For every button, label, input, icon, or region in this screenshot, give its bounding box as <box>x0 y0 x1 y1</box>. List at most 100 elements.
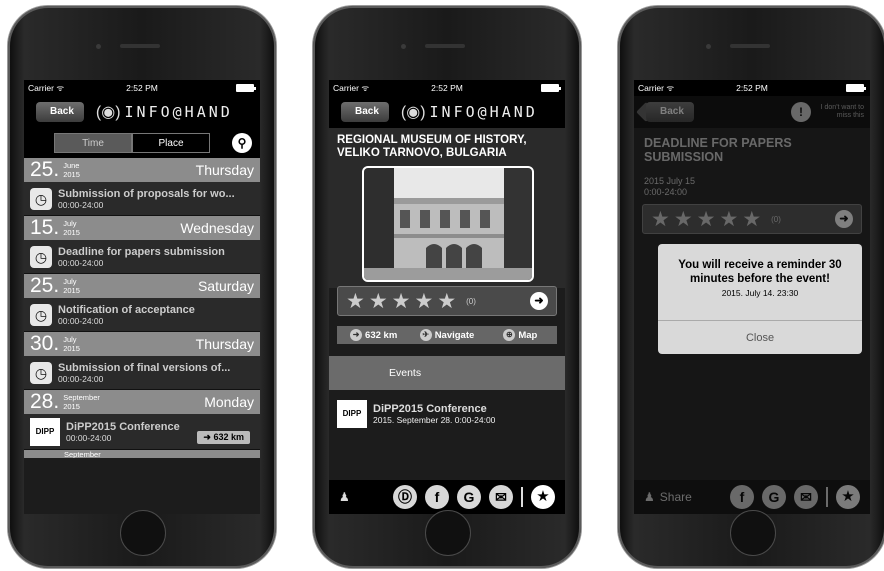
star-icon[interactable]: ★ <box>346 289 365 314</box>
map-button[interactable]: ⊕ Map <box>484 329 557 341</box>
navigate-button[interactable]: ✈ Navigate <box>410 329 483 341</box>
rating-bar[interactable]: ★ ★ ★ ★ ★ (0) ➜ <box>337 286 557 316</box>
event-time: 2015. September 28. 0:00-24:00 <box>373 415 496 425</box>
camera <box>96 44 101 49</box>
date-header: 15. July 2015 Wednesday <box>24 216 260 240</box>
event-detail: DEADLINE FOR PAPERS SUBMISSION 2015 July… <box>634 128 870 234</box>
date-day: 25 <box>30 274 54 297</box>
tab-time[interactable]: Time <box>54 133 132 153</box>
star-icon[interactable]: ★ <box>414 289 433 314</box>
email-icon[interactable]: ✉ <box>794 485 818 509</box>
star-icon[interactable]: ★ <box>719 207 738 232</box>
list-item[interactable]: ◷ Notification of acceptance 00:00-24:00 <box>24 298 260 332</box>
tab-place[interactable]: Place <box>132 133 210 153</box>
alert-icon: ! <box>791 102 811 122</box>
alert-message: You will receive a reminder 30 minutes b… <box>678 259 842 285</box>
arrow-right-icon[interactable]: ➜ <box>835 210 853 228</box>
clock-icon: ◷ <box>30 303 52 326</box>
compass-icon: ✈ <box>419 329 432 341</box>
status-bar: Carrier ᯤ 2:52 PM <box>24 80 260 96</box>
globe-icon: ⊕ <box>503 329 516 341</box>
battery-icon <box>236 84 256 92</box>
speaker <box>425 44 465 48</box>
star-icon[interactable]: ★ <box>742 207 761 232</box>
status-bar: Carrier ᯤ 2:52 PM <box>329 80 565 96</box>
share-button[interactable]: ♟ <box>339 490 350 504</box>
back-button[interactable]: Back <box>646 102 694 122</box>
search-icon[interactable]: ⚲ <box>232 133 252 153</box>
home-button[interactable] <box>120 510 166 556</box>
star-icon[interactable]: ★ <box>392 289 411 314</box>
event-time: 0:00-24:00 <box>644 187 688 197</box>
list-item[interactable]: DIPP DiPP2015 Conference 00:00-24:00 ➜ 6… <box>24 414 260 450</box>
date-year: 2015 <box>63 228 80 237</box>
star-icon[interactable]: ★ <box>836 485 860 509</box>
google-icon[interactable]: G <box>762 485 786 509</box>
google-icon[interactable]: G <box>457 485 481 509</box>
date-weekday: Monday <box>204 394 254 410</box>
facebook-icon[interactable]: f <box>730 485 754 509</box>
list-item[interactable]: DIPP DiPP2015 Conference 2015. September… <box>329 390 565 438</box>
star-icon[interactable]: ★ <box>651 207 670 232</box>
date-day: 25 <box>30 158 54 181</box>
reminder-button[interactable]: ! I don't want to miss this <box>791 102 864 122</box>
date-day: 15 <box>30 216 54 239</box>
tab-events[interactable]: Events <box>329 356 565 390</box>
reminder-label: I don't want to miss this <box>820 104 864 119</box>
status-time: 2:52 PM <box>431 83 463 93</box>
battery-icon <box>846 84 866 92</box>
list-item[interactable]: ◷ Deadline for papers submission 00:00-2… <box>24 240 260 274</box>
list-item[interactable]: ◷ Submission of proposals for wo... 00:0… <box>24 182 260 216</box>
facebook-icon[interactable]: f <box>425 485 449 509</box>
clock-icon: ◷ <box>30 361 52 384</box>
app-logo: (◉) INFO@HAND <box>401 102 538 122</box>
reminder-alert: You will receive a reminder 30 minutes b… <box>658 244 862 354</box>
rating-bar[interactable]: ★ ★ ★ ★ ★ (0) ➜ <box>642 204 862 234</box>
phone-frame-1: Carrier ᯤ 2:52 PM Back (◉) INFO@HAND Tim… <box>8 6 276 568</box>
screen-reminder: Carrier ᯤ 2:52 PM Back ! I don't want to… <box>634 80 870 514</box>
alert-date: 2015. July 14. 23:30 <box>721 288 799 298</box>
phone-frame-2: Carrier ᯤ 2:52 PM Back (◉) INFO@HAND REG… <box>313 6 581 568</box>
date-year: 2015 <box>63 344 80 353</box>
nav-bar: Back ! I don't want to miss this <box>634 96 870 128</box>
share-bar: ♟ Share f G ✉ ★ <box>634 480 870 514</box>
event-title: Submission of proposals for wo... <box>58 187 235 200</box>
home-button[interactable] <box>425 510 471 556</box>
star-icon[interactable]: ★ <box>697 207 716 232</box>
date-month: July <box>63 335 77 344</box>
star-icon[interactable]: ★ <box>369 289 388 314</box>
phone-frame-3: Carrier ᯤ 2:52 PM Back ! I don't want to… <box>618 6 884 568</box>
email-icon[interactable]: ✉ <box>489 485 513 509</box>
rating-count: (0) <box>466 296 476 306</box>
battery-icon <box>541 84 561 92</box>
distance-button[interactable]: ➜ 632 km <box>337 329 410 341</box>
star-icon[interactable]: ★ <box>531 485 555 509</box>
action-bar: ➜ 632 km ✈ Navigate ⊕ Map <box>337 326 557 344</box>
divider <box>521 487 523 507</box>
people-icon: ♟ <box>644 490 655 504</box>
back-button[interactable]: Back <box>341 102 389 122</box>
back-button[interactable]: Back <box>36 102 84 122</box>
event-title: Submission of final versions of... <box>58 361 231 374</box>
dipp-share-icon[interactable]: Ⓓ <box>393 485 417 509</box>
date-month: July <box>63 277 77 286</box>
list-item[interactable]: ◷ Submission of final versions of... 00:… <box>24 356 260 390</box>
star-icon[interactable]: ★ <box>674 207 693 232</box>
star-icon[interactable]: ★ <box>437 289 456 314</box>
screen-venue: Carrier ᯤ 2:52 PM Back (◉) INFO@HAND REG… <box>329 80 565 514</box>
status-time: 2:52 PM <box>126 83 158 93</box>
date-day: 30 <box>30 332 54 355</box>
screen-timeline: Carrier ᯤ 2:52 PM Back (◉) INFO@HAND Tim… <box>24 80 260 514</box>
event-time: 00:00-24:00 <box>58 257 104 268</box>
speaker <box>120 44 160 48</box>
close-button[interactable]: Close <box>658 320 862 354</box>
logo-text: INFO@HAND <box>124 103 233 121</box>
home-button[interactable] <box>730 510 776 556</box>
date-year: 2015 <box>63 402 80 411</box>
event-time: 00:00-24:00 <box>58 199 104 210</box>
date-header: 25. July 2015 Saturday <box>24 274 260 298</box>
arrow-right-icon[interactable]: ➜ <box>530 292 548 310</box>
share-button[interactable]: ♟ Share <box>644 490 692 504</box>
camera <box>706 44 711 49</box>
dipp-icon: DIPP <box>337 400 367 428</box>
